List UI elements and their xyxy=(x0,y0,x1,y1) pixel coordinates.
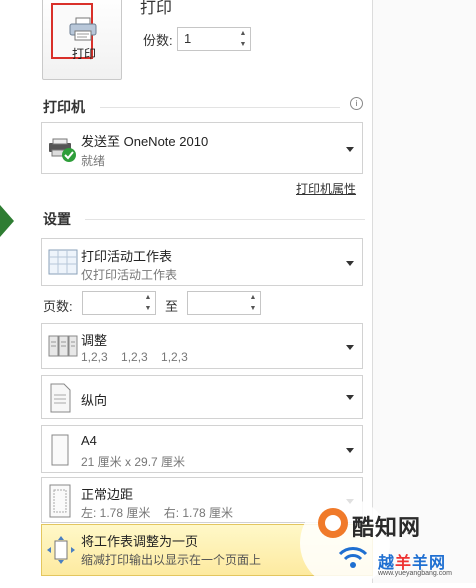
chevron-up-icon[interactable]: ▲ xyxy=(250,293,257,302)
collate-select[interactable]: 调整 1,2,3 1,2,3 1,2,3 xyxy=(41,323,363,369)
copies-value: 1 xyxy=(184,31,192,46)
settings-section-title: 设置 xyxy=(43,211,71,227)
print-what-title: 打印活动工作表 xyxy=(81,249,173,264)
margins-icon xyxy=(49,484,71,518)
print-button-label: 打印 xyxy=(71,47,96,61)
scaling-subtitle: 缩减打印输出以显示在一个页面上 xyxy=(81,553,262,567)
printer-status: 就绪 xyxy=(81,154,106,168)
pages-to-stepper[interactable]: ▲ ▼ xyxy=(248,293,258,313)
chevron-down-icon[interactable]: ▼ xyxy=(250,304,257,313)
printer-name: 发送至 OneNote 2010 xyxy=(81,134,209,149)
pages-label: 页数: xyxy=(43,299,73,314)
collate-icon xyxy=(48,335,78,357)
chevron-down-icon xyxy=(346,345,354,350)
chevron-down-icon xyxy=(346,261,354,266)
paper-icon xyxy=(51,434,69,466)
paper-size-select[interactable]: A4 21 厘米 x 29.7 厘米 xyxy=(41,425,363,473)
scaling-title: 将工作表调整为一页 xyxy=(81,534,199,549)
info-icon[interactable]: i xyxy=(350,97,363,110)
print-button-highlight: 打印 xyxy=(51,3,97,61)
paper-title: A4 xyxy=(81,433,97,448)
chevron-down-icon[interactable]: ▼ xyxy=(240,40,247,49)
pages-to-input[interactable]: ▲ ▼ xyxy=(187,291,261,315)
collate-subtitle: 1,2,3 1,2,3 1,2,3 xyxy=(81,350,188,364)
pages-to-label: 至 xyxy=(165,299,179,314)
orientation-title: 纵向 xyxy=(81,393,108,408)
chevron-up-icon[interactable]: ▲ xyxy=(240,29,247,38)
printer-onenote-icon xyxy=(49,138,76,162)
chevron-down-icon xyxy=(346,395,354,400)
margins-subtitle: 左: 1.78 厘米 右: 1.78 厘米 xyxy=(81,506,234,520)
divider xyxy=(100,107,340,108)
chevron-down-icon xyxy=(346,147,354,152)
printer-properties-link[interactable]: 打印机属性 xyxy=(296,180,356,197)
print-what-subtitle: 仅打印活动工作表 xyxy=(81,268,178,282)
copies-stepper[interactable]: 1 ▲ ▼ xyxy=(177,27,251,51)
pages-from-input[interactable]: ▲ ▼ xyxy=(82,291,156,315)
brand-logo xyxy=(318,508,348,538)
portrait-icon xyxy=(50,383,71,413)
preview-area xyxy=(373,0,476,583)
paper-subtitle: 21 厘米 x 29.7 厘米 xyxy=(81,455,186,469)
printer-section-title: 打印机 xyxy=(43,99,85,115)
watermark-url: www.yueyangbang.com xyxy=(378,570,452,577)
print-what-select[interactable]: 打印活动工作表 仅打印活动工作表 xyxy=(41,238,363,286)
margins-title: 正常边距 xyxy=(81,487,134,502)
collate-title: 调整 xyxy=(81,333,108,348)
chevron-down-icon[interactable]: ▼ xyxy=(145,304,152,313)
sheet-icon xyxy=(48,249,78,275)
copies-stepper-arrows[interactable]: ▲ ▼ xyxy=(238,29,248,49)
divider xyxy=(85,219,365,220)
print-heading: 打印 xyxy=(140,0,173,17)
orientation-select[interactable]: 纵向 xyxy=(41,375,363,419)
print-button[interactable]: 打印 xyxy=(42,0,122,80)
wifi-icon xyxy=(338,547,368,568)
pages-from-stepper[interactable]: ▲ ▼ xyxy=(143,293,153,313)
back-tab[interactable] xyxy=(0,205,14,237)
printer-icon xyxy=(69,17,97,41)
printer-select[interactable]: 发送至 OneNote 2010 就绪 xyxy=(41,122,363,174)
left-strip xyxy=(0,0,12,583)
fit-page-icon xyxy=(47,536,75,564)
copies-label: 份数: xyxy=(143,33,173,48)
chevron-down-icon xyxy=(346,448,354,453)
chevron-up-icon[interactable]: ▲ xyxy=(145,293,152,302)
watermark-brand-1: 酷知网 xyxy=(352,515,422,540)
